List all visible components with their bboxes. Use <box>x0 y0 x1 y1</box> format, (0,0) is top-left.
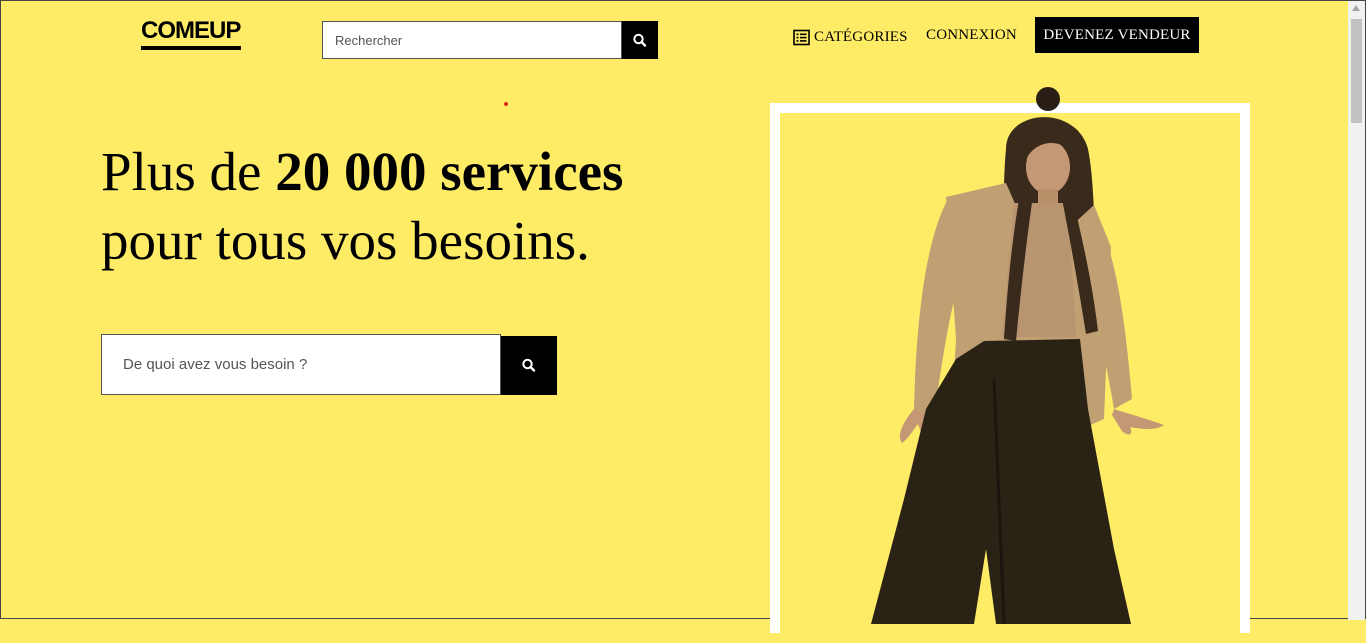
hero-search-button[interactable] <box>501 336 557 395</box>
page-scrollbar[interactable] <box>1348 1 1365 620</box>
search-icon <box>633 33 647 47</box>
hero-headline: Plus de 20 000 services pour tous vos be… <box>101 137 741 275</box>
header-search-button[interactable] <box>622 21 658 59</box>
scroll-up-arrow-icon[interactable] <box>1352 5 1360 11</box>
headline-line2: pour tous vos besoins. <box>101 210 590 271</box>
header-search <box>322 21 658 59</box>
become-seller-button[interactable]: DEVENEZ VENDEUR <box>1035 17 1199 53</box>
nav-login-link[interactable]: CONNEXION <box>926 27 1017 44</box>
search-icon <box>522 358 536 372</box>
logo-underline <box>141 46 241 50</box>
become-seller-label: DEVENEZ VENDEUR <box>1043 26 1191 43</box>
hero-search <box>101 334 557 395</box>
headline-bold: 20 000 services <box>275 141 624 202</box>
hero-model-image <box>871 87 1164 624</box>
hero-search-input[interactable] <box>101 334 501 395</box>
nav-categories[interactable]: CATÉGORIES <box>793 27 908 47</box>
red-dot <box>504 102 508 106</box>
scrollbar-thumb[interactable] <box>1351 19 1362 123</box>
comeup-logo[interactable]: COMEUP <box>141 19 241 53</box>
headline-prefix: Plus de <box>101 141 276 202</box>
logo-text: COMEUP <box>141 17 241 44</box>
nav-categories-label: CATÉGORIES <box>814 28 908 45</box>
header-search-input[interactable] <box>322 21 622 59</box>
list-icon <box>793 29 810 45</box>
